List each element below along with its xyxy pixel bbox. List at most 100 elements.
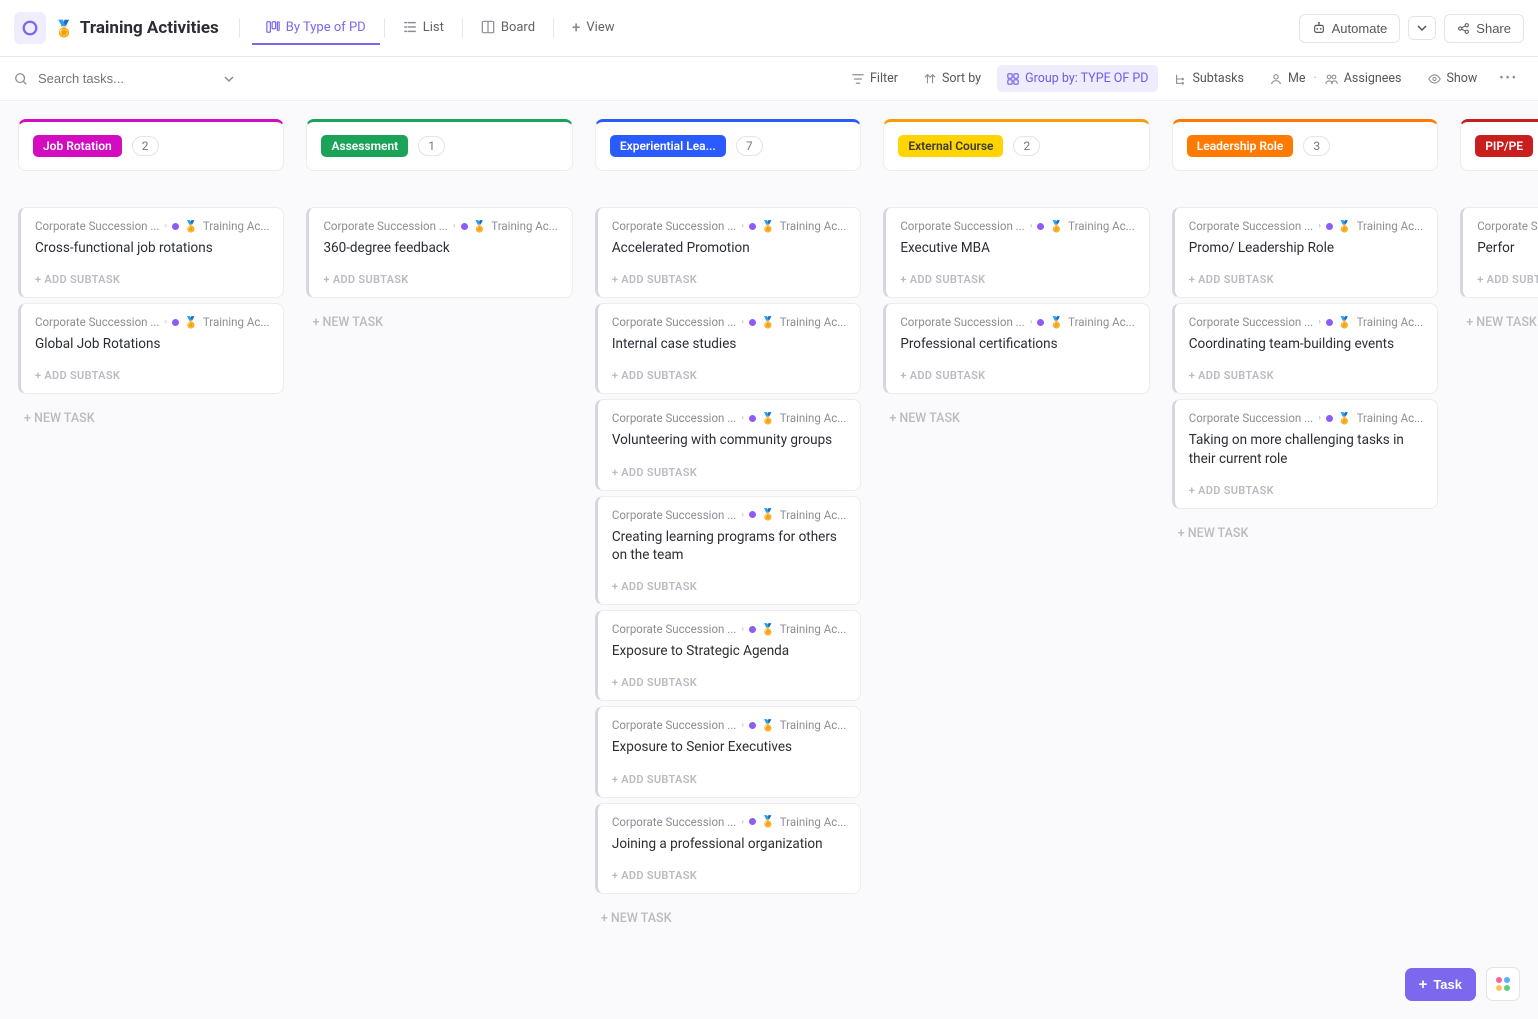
- add-subtask-button[interactable]: + ADD SUBTASK: [612, 369, 846, 382]
- task-card[interactable]: Corporate Succession ...›🏅Training Ac...…: [1172, 207, 1438, 298]
- add-subtask-button[interactable]: + ADD SUBTASK: [35, 369, 269, 382]
- new-task-fab[interactable]: + Task: [1405, 968, 1476, 1001]
- task-card[interactable]: Corporate Succession ...›🏅Training Ac...…: [595, 803, 861, 894]
- apps-fab[interactable]: [1486, 967, 1520, 1001]
- card-breadcrumb: Corporate Succession ...›🏅Training Ac...: [612, 219, 846, 233]
- column-header[interactable]: PIP/PE: [1460, 119, 1538, 171]
- task-card[interactable]: Corporate Succession ...›🏅Training Ac...…: [1172, 399, 1438, 508]
- group-by-button[interactable]: Group by: TYPE OF PD: [997, 65, 1158, 92]
- new-task-button[interactable]: + NEW TASK: [1172, 514, 1438, 553]
- subtasks-button[interactable]: Subtasks: [1164, 65, 1253, 92]
- column-external-course: External Course2 Corporate Succession ...…: [883, 119, 1149, 939]
- card-title: Cross-functional job rotations: [35, 239, 269, 257]
- crumb-parent: Corporate Succession ...: [1189, 315, 1313, 329]
- column-header[interactable]: Leadership Role3: [1172, 119, 1438, 171]
- new-task-button[interactable]: + NEW TASK: [1460, 303, 1538, 342]
- task-card[interactable]: Corporate Succession ...›🏅Training Ac...…: [883, 303, 1149, 394]
- robot-icon: [1312, 21, 1326, 35]
- task-card[interactable]: Corporate Succession ...›🏅Training Ac...…: [595, 207, 861, 298]
- apps-grid-icon: [1496, 977, 1510, 991]
- sort-button[interactable]: Sort by: [914, 65, 991, 92]
- add-subtask-button[interactable]: + ADD SUBTASK: [900, 273, 1134, 286]
- task-card[interactable]: Corporate Succession ...›🏅Training Ac...…: [595, 399, 861, 490]
- automate-dropdown[interactable]: [1408, 16, 1436, 40]
- add-subtask-button[interactable]: + ADD SUBTASK: [1189, 369, 1423, 382]
- column-header[interactable]: External Course2: [883, 119, 1149, 171]
- medal-icon: 🏅: [1049, 316, 1063, 329]
- tab-board[interactable]: Board: [467, 12, 549, 45]
- group-label: Group by: TYPE OF PD: [1025, 71, 1148, 86]
- crumb-parent: Corporate Succession ...: [900, 219, 1024, 233]
- crumb-list: Training Ac...: [203, 315, 270, 329]
- medal-icon: 🏅: [761, 316, 775, 329]
- more-button[interactable]: •••: [1493, 65, 1524, 92]
- medal-icon: 🏅: [761, 508, 775, 521]
- add-subtask-button[interactable]: + ADD SUBTASK: [612, 773, 846, 786]
- add-subtask-button[interactable]: + ADD SUBTASK: [612, 273, 846, 286]
- chevron-down-icon[interactable]: [224, 74, 234, 84]
- share-button[interactable]: Share: [1444, 14, 1524, 43]
- chevron-right-icon: ›: [741, 510, 744, 520]
- kanban-board: Job Rotation2Corporate Succession ...›🏅T…: [18, 119, 1538, 939]
- add-subtask-button[interactable]: + ADD SUBTASK: [35, 273, 269, 286]
- task-card[interactable]: Corporate Succession ...›🏅Training Ac...…: [306, 207, 572, 298]
- search-box[interactable]: [14, 70, 234, 87]
- add-subtask-button[interactable]: + ADD SUBTASK: [1189, 273, 1423, 286]
- add-subtask-button[interactable]: + ADD SUBTASK: [612, 580, 846, 593]
- task-card[interactable]: Corporate Succession ...›🏅Training Ac...…: [595, 706, 861, 797]
- search-input[interactable]: [36, 70, 216, 87]
- new-task-button[interactable]: + NEW TASK: [18, 399, 284, 438]
- crumb-list: Training Ac...: [1068, 219, 1135, 233]
- me-assignees-button[interactable]: Me · Assignees: [1260, 65, 1412, 92]
- me-label: Me: [1288, 71, 1306, 86]
- view-tabs: By Type of PD List Board + View: [252, 10, 629, 46]
- add-subtask-button[interactable]: + ADD SUBTASK: [323, 273, 557, 286]
- column-header[interactable]: Assessment1: [306, 119, 572, 171]
- plus-icon: +: [1419, 976, 1428, 993]
- task-card[interactable]: Corporate Succession ...›🏅Training Ac...…: [18, 303, 284, 394]
- tab-by-type-of-pd[interactable]: By Type of PD: [252, 12, 380, 45]
- task-card[interactable]: Corporate Succession ...›🏅Training Ac...…: [1172, 303, 1438, 394]
- column-header[interactable]: Job Rotation2: [18, 119, 284, 171]
- filter-button[interactable]: Filter: [842, 65, 908, 92]
- crumb-parent: Corporate Succession ...: [612, 622, 736, 636]
- task-card[interactable]: Corporate Succession ...›🏅Training Ac...…: [595, 496, 861, 605]
- medal-icon: 🏅: [1338, 412, 1352, 425]
- crumb-list: Training Ac...: [1068, 315, 1135, 329]
- share-icon: [1457, 22, 1470, 35]
- automate-button[interactable]: Automate: [1299, 14, 1401, 43]
- medal-icon: 🏅: [184, 316, 198, 329]
- add-subtask-button[interactable]: + ADD SUBTASK: [612, 676, 846, 689]
- add-subtask-button[interactable]: + ADD SUBTASK: [900, 369, 1134, 382]
- status-dot-icon: [749, 223, 756, 230]
- app-icon[interactable]: [14, 12, 46, 44]
- status-dot-icon: [749, 319, 756, 326]
- tab-list[interactable]: List: [389, 12, 458, 45]
- board-scroll[interactable]: Job Rotation2Corporate Succession ...›🏅T…: [0, 101, 1538, 1019]
- column-header[interactable]: Experiential Lea...7: [595, 119, 861, 171]
- task-card[interactable]: Corporate Succession ...›🏅Training Ac...…: [18, 207, 284, 298]
- new-task-button[interactable]: + NEW TASK: [883, 399, 1149, 438]
- add-subtask-button[interactable]: + ADD SUBTASK: [612, 869, 846, 882]
- new-task-button[interactable]: + NEW TASK: [306, 303, 572, 342]
- column-count: 3: [1303, 136, 1330, 156]
- status-dot-icon: [1326, 415, 1333, 422]
- task-card[interactable]: Corporate Succession ...›🏅Training Ac...…: [1460, 207, 1538, 298]
- task-card[interactable]: Corporate Succession ...›🏅Training Ac...…: [883, 207, 1149, 298]
- chevron-right-icon: ›: [1318, 317, 1321, 327]
- dot-separator: ·: [1314, 71, 1317, 86]
- crumb-list: Training Ac...: [780, 718, 847, 732]
- add-subtask-button[interactable]: + ADD SUBTASK: [612, 466, 846, 479]
- show-button[interactable]: Show: [1418, 65, 1488, 92]
- subtask-icon: [1174, 73, 1186, 85]
- task-card[interactable]: Corporate Succession ...›🏅Training Ac...…: [595, 610, 861, 701]
- tab-add-view[interactable]: + View: [558, 10, 628, 46]
- board-icon: [481, 20, 495, 34]
- add-subtask-button[interactable]: + ADD SUBTASK: [1477, 273, 1538, 286]
- ellipsis-icon: •••: [1499, 71, 1518, 86]
- chevron-down-icon: [1417, 23, 1427, 33]
- card-breadcrumb: Corporate Succession ...›🏅Training Ac...: [612, 815, 846, 829]
- new-task-button[interactable]: + NEW TASK: [595, 899, 861, 938]
- task-card[interactable]: Corporate Succession ...›🏅Training Ac...…: [595, 303, 861, 394]
- add-subtask-button[interactable]: + ADD SUBTASK: [1189, 484, 1423, 497]
